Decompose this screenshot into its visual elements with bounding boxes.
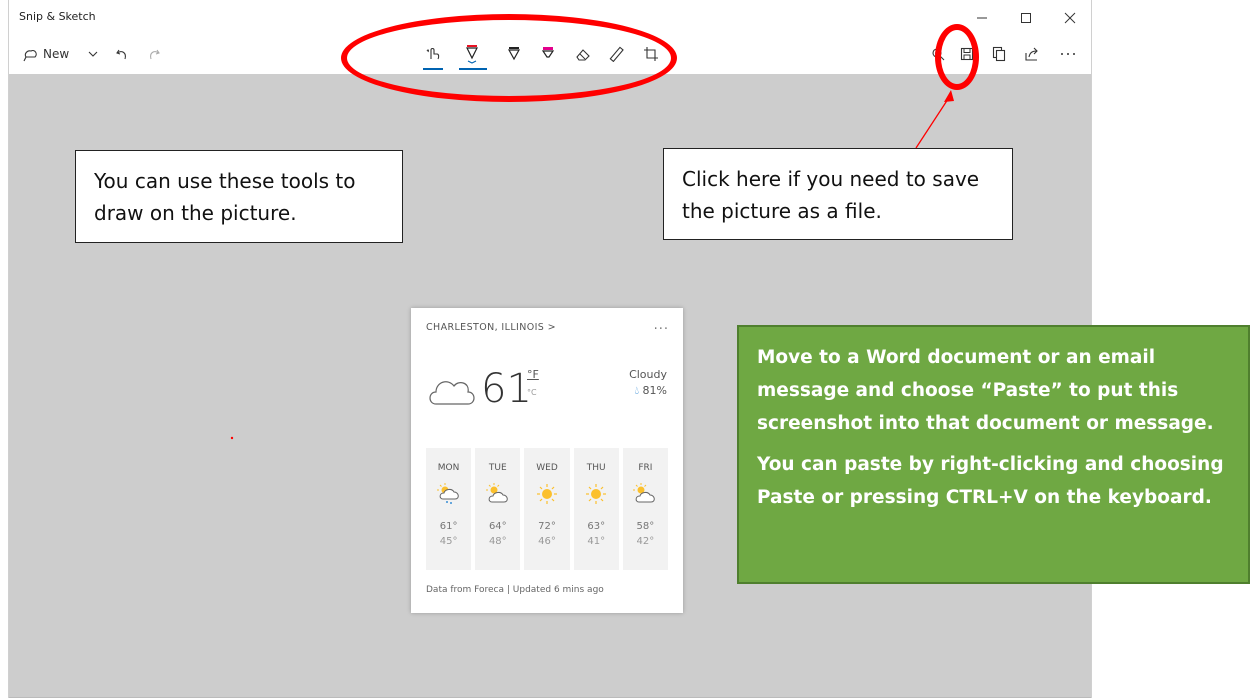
unit-celsius[interactable]: °C [527, 388, 537, 397]
undo-icon [116, 49, 126, 60]
forecast-day[interactable]: MON 61° 45° [426, 448, 472, 570]
new-dropdown-button[interactable] [87, 40, 99, 68]
save-callout: Click here if you need to save the pictu… [663, 148, 1013, 240]
copy-button[interactable] [992, 40, 1006, 68]
weather-more-button[interactable]: ... [654, 318, 669, 333]
day-name: WED [536, 463, 558, 473]
current-temperature: 61 [481, 366, 532, 412]
day-low: 48° [488, 536, 507, 547]
day-high: 61° [439, 521, 458, 532]
cloudy-icon [429, 381, 475, 405]
app-title: Snip & Sketch [19, 10, 96, 23]
copy-icon [992, 46, 1006, 62]
weather-location[interactable]: CHARLESTON, ILLINOIS > [426, 322, 556, 333]
humidity: 💧︎ 81% [635, 384, 667, 398]
forecast-day[interactable]: THU 63° 41° [573, 448, 619, 570]
forecast-day[interactable]: FRI 58° 42° [622, 448, 669, 570]
day-low: 41° [587, 536, 606, 547]
tools-highlight-ring [341, 14, 677, 102]
chevron-down-icon [88, 51, 98, 57]
redo-button[interactable] [147, 40, 161, 68]
redo-icon [150, 49, 160, 60]
more-options-button[interactable] [1059, 40, 1077, 68]
more-icon [1061, 53, 1075, 55]
day-name: TUE [488, 463, 507, 473]
day-high: 64° [488, 521, 507, 532]
maximize-icon [1021, 13, 1031, 23]
day-low: 46° [538, 536, 556, 547]
day-high: 72° [538, 521, 556, 532]
partly-sunny-icon [633, 483, 656, 503]
minimize-icon [977, 17, 987, 19]
sun-cloud-rain-icon [436, 483, 459, 504]
droplet-icon: 💧︎ [634, 384, 640, 397]
close-button[interactable] [1055, 8, 1085, 28]
sun-icon [537, 484, 557, 504]
save-highlight-ring [935, 24, 979, 90]
share-button[interactable] [1025, 40, 1039, 68]
paste-instructions-box: Move to a Word document or an email mess… [737, 325, 1250, 584]
forecast-day[interactable]: WED 72° 46° [524, 448, 570, 570]
forecast-days: MON 61° 45° TUE 64° 48° WED 72° 46° THU … [426, 448, 669, 570]
unit-fahrenheit[interactable]: °F [527, 368, 539, 381]
maximize-button[interactable] [1011, 8, 1041, 28]
day-low: 42° [636, 536, 655, 547]
day-name: MON [437, 463, 460, 473]
sun-icon [586, 484, 607, 504]
share-icon [1025, 47, 1038, 61]
partly-sunny-icon [485, 483, 508, 503]
paste-instructions-paragraph-1: Move to a Word document or an email mess… [757, 347, 1214, 434]
day-low: 45° [439, 536, 458, 547]
day-name: FRI [638, 463, 653, 473]
minimize-button[interactable] [967, 8, 997, 28]
humidity-value: 81% [642, 384, 667, 397]
new-snip-icon [23, 50, 37, 62]
weather-card: CHARLESTON, ILLINOIS > ... 61 °F °C Clou… [411, 308, 683, 613]
tools-callout: You can use these tools to draw on the p… [75, 150, 403, 243]
day-name: THU [586, 463, 606, 473]
day-high: 63° [587, 521, 606, 532]
undo-button[interactable] [115, 40, 129, 68]
new-button-label: New [43, 47, 70, 61]
weather-footer[interactable]: Data from Foreca | Updated 6 mins ago [426, 585, 604, 595]
close-icon [1064, 12, 1076, 24]
paste-instructions-paragraph-2: You can paste by right-clicking and choo… [757, 454, 1224, 508]
forecast-day[interactable]: TUE 64° 48° [475, 448, 521, 570]
weather-condition: Cloudy [629, 368, 667, 381]
new-button[interactable]: New [23, 40, 69, 68]
day-high: 58° [636, 521, 655, 532]
